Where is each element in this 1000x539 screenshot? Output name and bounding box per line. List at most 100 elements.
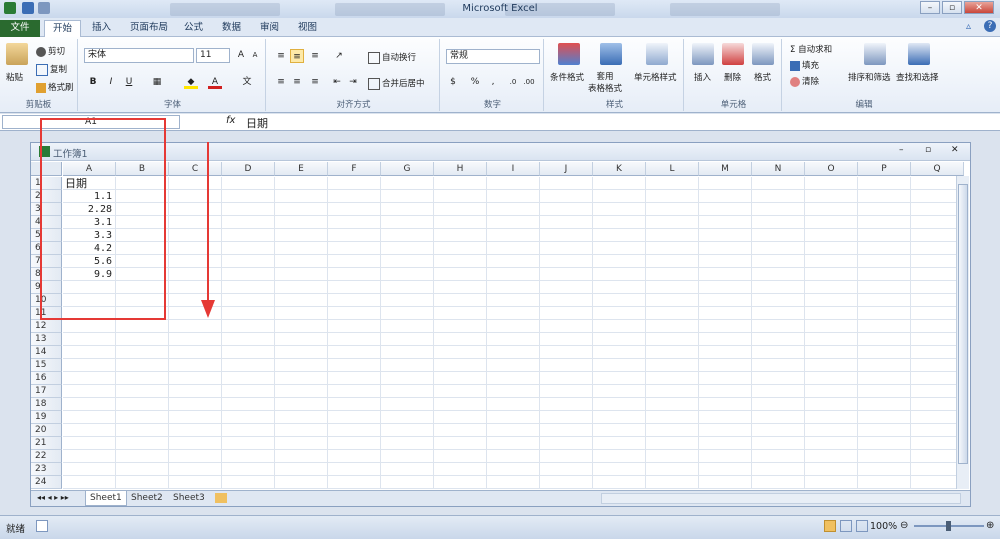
row-header-18[interactable]: 18 xyxy=(31,398,62,411)
align-center-button[interactable]: ≡ xyxy=(290,75,304,89)
page-layout-view-icon[interactable] xyxy=(840,520,852,532)
undo-icon[interactable] xyxy=(38,2,50,14)
tab-view[interactable]: 视图 xyxy=(290,20,325,37)
column-header-k[interactable]: K xyxy=(593,162,646,176)
row-header-13[interactable]: 13 xyxy=(31,333,62,346)
merge-center-button[interactable]: 合并后居中 xyxy=(368,77,425,90)
tab-insert[interactable]: 插入 xyxy=(84,20,119,37)
row-header-21[interactable]: 21 xyxy=(31,437,62,450)
wrap-text-button[interactable]: 自动换行 xyxy=(368,51,416,64)
align-middle-button[interactable]: ≡ xyxy=(290,49,304,63)
row-header-23[interactable]: 23 xyxy=(31,463,62,476)
column-header-f[interactable]: F xyxy=(328,162,381,176)
borders-button[interactable]: ▦ xyxy=(150,75,164,89)
copy-button[interactable]: 复制 xyxy=(36,63,67,76)
zoom-out-button[interactable]: ⊖ xyxy=(900,520,908,531)
tab-review[interactable]: 审阅 xyxy=(252,20,287,37)
increase-indent-button[interactable]: ⇥ xyxy=(346,75,360,89)
increase-decimal-button[interactable]: .0 xyxy=(506,75,520,89)
comma-button[interactable]: , xyxy=(486,75,500,89)
vertical-scroll-thumb[interactable] xyxy=(958,184,968,464)
zoom-level[interactable]: 100% xyxy=(870,521,897,532)
normal-view-icon[interactable] xyxy=(824,520,836,532)
insert-function-button[interactable]: fx xyxy=(226,115,235,126)
column-header-d[interactable]: D xyxy=(222,162,275,176)
restore-button[interactable]: ▫ xyxy=(942,1,962,14)
tab-formulas[interactable]: 公式 xyxy=(176,20,211,37)
tab-data[interactable]: 数据 xyxy=(214,20,249,37)
sheet-tab-2[interactable]: Sheet2 xyxy=(127,491,167,506)
bold-button[interactable]: B xyxy=(86,75,100,89)
delete-cells-button[interactable]: 删除 xyxy=(724,71,741,83)
fill-color-button[interactable]: ◆ xyxy=(184,75,198,89)
paste-button[interactable]: 粘贴 xyxy=(6,71,23,83)
zoom-slider-thumb[interactable] xyxy=(946,521,951,531)
currency-button[interactable]: $ xyxy=(446,75,460,89)
font-color-button[interactable]: A xyxy=(208,75,222,89)
wb-close-button[interactable]: ✕ xyxy=(951,145,959,155)
italic-button[interactable]: I xyxy=(104,75,118,89)
column-header-p[interactable]: P xyxy=(858,162,911,176)
align-right-button[interactable]: ≡ xyxy=(308,75,322,89)
column-header-n[interactable]: N xyxy=(752,162,805,176)
tab-file[interactable]: 文件 xyxy=(0,20,40,37)
column-header-i[interactable]: I xyxy=(487,162,540,176)
font-name-select[interactable]: 宋体 xyxy=(84,48,194,63)
minimize-button[interactable]: – xyxy=(920,1,940,14)
decrease-indent-button[interactable]: ⇤ xyxy=(330,75,344,89)
insert-cells-button[interactable]: 插入 xyxy=(694,71,711,83)
wb-minimize-button[interactable]: – xyxy=(899,145,904,155)
minimize-ribbon-icon[interactable]: ▵ xyxy=(966,21,971,32)
row-header-22[interactable]: 22 xyxy=(31,450,62,463)
autosum-button[interactable]: Σ 自动求和 xyxy=(790,43,832,55)
vertical-scrollbar[interactable] xyxy=(956,176,969,489)
new-sheet-icon[interactable] xyxy=(215,493,227,503)
format-as-table-button[interactable]: 套用 表格格式 xyxy=(588,71,622,95)
sheet-tab-1[interactable]: Sheet1 xyxy=(85,491,127,506)
sort-filter-button[interactable]: 排序和筛选 xyxy=(848,71,891,83)
orientation-button[interactable]: ↗ xyxy=(332,49,346,63)
row-header-19[interactable]: 19 xyxy=(31,411,62,424)
align-left-button[interactable]: ≡ xyxy=(274,75,288,89)
column-header-o[interactable]: O xyxy=(805,162,858,176)
row-header-16[interactable]: 16 xyxy=(31,372,62,385)
row-header-24[interactable]: 24 xyxy=(31,476,62,489)
save-icon[interactable] xyxy=(22,2,34,14)
macro-record-icon[interactable] xyxy=(36,520,48,532)
column-header-h[interactable]: H xyxy=(434,162,487,176)
page-break-view-icon[interactable] xyxy=(856,520,868,532)
sheet-nav-icon[interactable]: ◂◂ ◂ ▸ ▸▸ xyxy=(37,493,69,502)
phonetic-button[interactable]: 文 xyxy=(240,75,254,89)
help-icon[interactable]: ? xyxy=(984,20,996,32)
align-top-button[interactable]: ≡ xyxy=(274,49,288,63)
underline-button[interactable]: U xyxy=(122,75,136,89)
column-header-e[interactable]: E xyxy=(275,162,328,176)
format-cells-button[interactable]: 格式 xyxy=(754,71,771,83)
sheet-tab-3[interactable]: Sheet3 xyxy=(169,491,209,506)
font-size-select[interactable]: 11 xyxy=(196,48,230,63)
tab-home[interactable]: 开始 xyxy=(44,20,82,37)
column-header-m[interactable]: M xyxy=(699,162,752,176)
column-header-j[interactable]: J xyxy=(540,162,593,176)
conditional-format-button[interactable]: 条件格式 xyxy=(550,71,584,83)
horizontal-scrollbar[interactable] xyxy=(601,493,961,504)
row-header-14[interactable]: 14 xyxy=(31,346,62,359)
fill-button[interactable]: 填充 xyxy=(790,59,819,71)
column-header-q[interactable]: Q xyxy=(911,162,964,176)
decrease-decimal-button[interactable]: .00 xyxy=(522,75,536,89)
cut-button[interactable]: 剪切 xyxy=(36,45,65,57)
column-header-g[interactable]: G xyxy=(381,162,434,176)
format-painter-button[interactable]: 格式刷 xyxy=(36,81,74,93)
column-header-l[interactable]: L xyxy=(646,162,699,176)
align-bottom-button[interactable]: ≡ xyxy=(308,49,322,63)
tab-page-layout[interactable]: 页面布局 xyxy=(122,20,176,37)
row-header-15[interactable]: 15 xyxy=(31,359,62,372)
row-header-17[interactable]: 17 xyxy=(31,385,62,398)
row-header-12[interactable]: 12 xyxy=(31,320,62,333)
find-select-button[interactable]: 查找和选择 xyxy=(896,71,939,83)
formula-input[interactable]: 日期 xyxy=(246,115,268,131)
close-button[interactable]: ✕ xyxy=(964,1,994,14)
clear-button[interactable]: 清除 xyxy=(790,75,819,87)
row-header-20[interactable]: 20 xyxy=(31,424,62,437)
number-format-select[interactable]: 常规 xyxy=(446,49,540,64)
